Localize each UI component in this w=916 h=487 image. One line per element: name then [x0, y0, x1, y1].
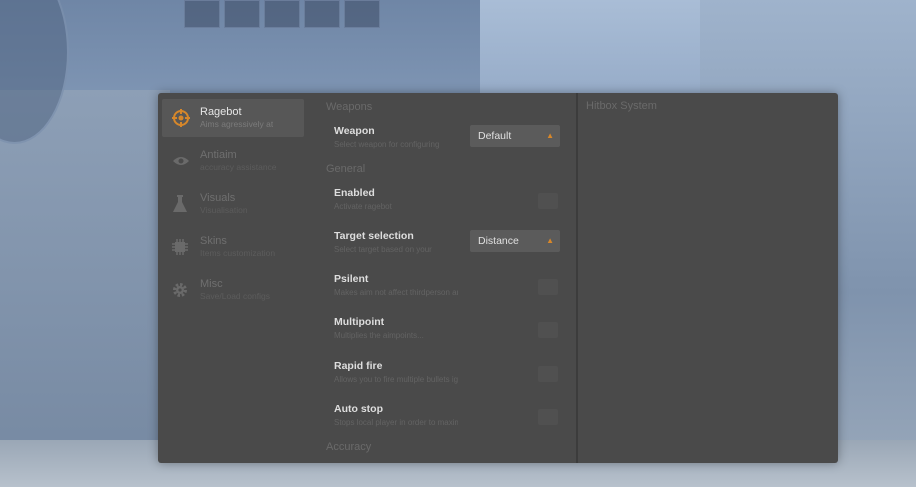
dropdown-value: Default [478, 130, 512, 142]
weapon-dropdown[interactable]: Default ▲ [470, 125, 560, 147]
rapid-fire-checkbox[interactable] [538, 366, 558, 382]
setting-title: Enabled [334, 187, 375, 199]
section-header-general: General [326, 163, 366, 175]
setting-subtitle: Activate ragebot [334, 202, 392, 211]
setting-row-multipoint: Multipoint Multiplies the aimpoints... [334, 316, 560, 350]
setting-row-target-selection: Target selection Select target based on … [334, 230, 560, 264]
setting-title: Multipoint [334, 316, 385, 328]
setting-row-psilent: Psilent Makes aim not affect thirdperson… [334, 273, 560, 307]
sidebar-item-sublabel: Items customization [200, 248, 276, 258]
setting-subtitle: Select weapon for configuring [334, 140, 440, 149]
weapon-slot [264, 0, 300, 28]
setting-subtitle: Allows you to fire multiple bullets igno… [334, 375, 458, 384]
setting-title: Rapid fire [334, 360, 383, 372]
sidebar-item-sublabel: accuracy assistance [200, 162, 277, 172]
sidebar-item-skins[interactable]: Skins Items customization [162, 228, 304, 266]
sidebar-item-visuals[interactable]: Visuals Visualisation [162, 185, 304, 223]
setting-subtitle: Select target based on your [334, 245, 432, 254]
flask-icon [172, 195, 200, 213]
sidebar-item-label: Antiaim [200, 149, 237, 161]
setting-row-auto-stop: Auto stop Stops local player in order to… [334, 403, 560, 437]
weapon-slot [304, 0, 340, 28]
sidebar-item-label: Visuals [200, 192, 236, 204]
weapon-slot [344, 0, 380, 28]
eye-icon [172, 155, 200, 167]
setting-title: Auto stop [334, 403, 383, 415]
setting-title: Weapon [334, 125, 375, 137]
setting-subtitle: Stops local player in order to maximize … [334, 418, 458, 427]
psilent-checkbox[interactable] [538, 279, 558, 295]
weapon-slot [224, 0, 260, 28]
sidebar-item-label: Ragebot [200, 106, 242, 118]
sidebar: Ragebot Aims agressively at Antiaim accu… [158, 93, 308, 463]
multipoint-checkbox[interactable] [538, 322, 558, 338]
section-header-accuracy: Accuracy [326, 441, 372, 453]
column-divider [576, 93, 578, 463]
updown-arrows-icon: ▲ [546, 236, 554, 245]
sidebar-item-ragebot[interactable]: Ragebot Aims agressively at [162, 99, 304, 137]
section-header-hitbox: Hitbox System [586, 100, 657, 112]
setting-title: Target selection [334, 230, 414, 242]
sidebar-item-antiaim[interactable]: Antiaim accuracy assistance [162, 142, 304, 180]
weapon-slot [184, 0, 220, 28]
setting-row-weapon: Weapon Select weapon for configuring Def… [334, 125, 560, 159]
setting-row-enabled: Enabled Activate ragebot [334, 187, 560, 221]
dropdown-value: Distance [478, 235, 519, 247]
updown-arrows-icon: ▲ [546, 131, 554, 140]
sidebar-item-misc[interactable]: Misc Save/Load configs [162, 271, 304, 309]
setting-row-rapid-fire: Rapid fire Allows you to fire multiple b… [334, 360, 560, 394]
gear-icon [172, 282, 200, 298]
auto-stop-checkbox[interactable] [538, 409, 558, 425]
sidebar-item-sublabel: Visualisation [200, 205, 248, 215]
chip-icon [172, 239, 200, 255]
sidebar-item-label: Skins [200, 235, 227, 247]
sidebar-item-sublabel: Aims agressively at [200, 119, 274, 129]
section-header-weapons: Weapons [326, 101, 373, 113]
background-wall [0, 90, 170, 487]
setting-subtitle: Makes aim not affect thirdperson angles [334, 288, 458, 297]
sidebar-item-label: Misc [200, 278, 223, 290]
setting-title: Psilent [334, 273, 369, 285]
sidebar-item-sublabel: Save/Load configs [200, 291, 270, 301]
weapon-slots [184, 0, 380, 28]
crosshair-icon [172, 109, 200, 127]
target-selection-dropdown[interactable]: Distance ▲ [470, 230, 560, 252]
enabled-checkbox[interactable] [538, 193, 558, 209]
setting-subtitle: Multiplies the aimpoints... [334, 331, 424, 340]
